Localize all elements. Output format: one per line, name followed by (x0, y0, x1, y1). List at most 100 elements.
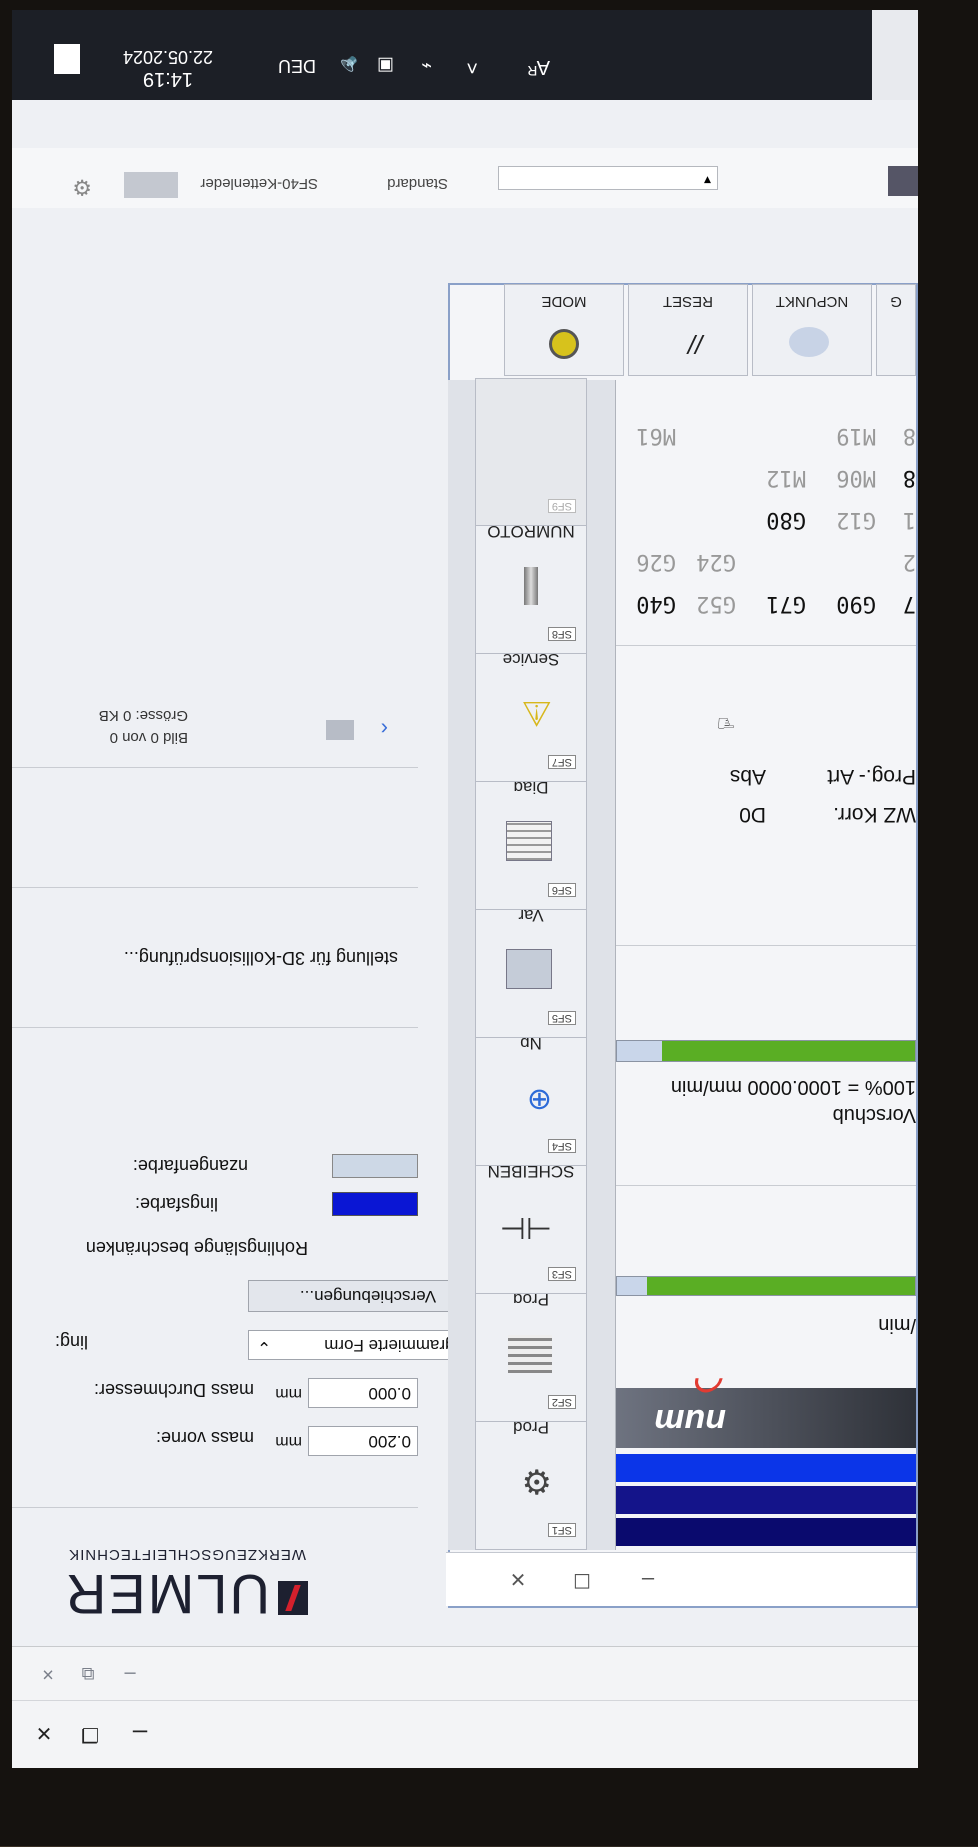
minimize-icon[interactable]: – (122, 1716, 158, 1752)
warning-icon: ⚠ (521, 694, 552, 732)
chevron-down-icon: ⌄ (257, 1338, 272, 1357)
gcode: 8 (902, 423, 916, 448)
image-counter: Bild 0 von 0 (109, 729, 188, 746)
gcode: G80 (766, 507, 806, 532)
inner-close-icon[interactable]: × (30, 1656, 66, 1692)
clock-time: 14:19 (142, 68, 194, 90)
speed-unit: /min (878, 1314, 916, 1336)
ulmer-logo: ULMER WERKZEUGSCHLEIFTECHNIK (18, 1533, 308, 1633)
feed-value: 100% = 1000.0000 mm/min (670, 1076, 916, 1098)
gcode: 8 (902, 465, 916, 490)
drill-icon (524, 567, 538, 605)
topkey-reset[interactable]: // RESET (628, 284, 748, 376)
window-icon[interactable] (888, 166, 918, 196)
chevron-left-icon[interactable]: ‹ (381, 716, 388, 742)
table-icon (506, 949, 552, 989)
ulmer-statusbar: ▾ Standard SF40-Kettenleder ⚙ (12, 148, 918, 208)
unit-mm-2: mm (275, 1385, 302, 1402)
reset-icon: // (688, 329, 703, 359)
volume-icon[interactable]: 🔈 (336, 55, 358, 76)
restore-icon[interactable]: ❐ (72, 1716, 108, 1752)
softkey-empty[interactable]: SF9 (475, 378, 587, 526)
softkey-np[interactable]: SF4 ⊕ Np (475, 1018, 587, 1166)
taskbar-app-edge (872, 10, 918, 100)
cursor-hand-icon: ☜ (716, 711, 736, 736)
ulmer-logo-mark (278, 1581, 308, 1615)
image-icon[interactable] (326, 720, 354, 740)
blank-settings-panel: mass vorne: 0.200 mm mass Durchmesser: 0… (28, 1154, 488, 1488)
gcode: 7 (902, 591, 916, 616)
mode-icon (549, 329, 579, 359)
gcode: G24 (696, 549, 736, 574)
num-close-icon[interactable]: × (500, 1562, 536, 1598)
network-icon[interactable]: ⌁ (421, 55, 432, 76)
field-label-front: mass vorne: (155, 1428, 254, 1448)
gcode: G12 (836, 507, 876, 532)
ai-icon[interactable]: Aᴿ (528, 55, 550, 78)
blank-color-swatch[interactable] (332, 1192, 418, 1216)
topkey-ncpunkt[interactable]: NCPUNKT (752, 284, 872, 376)
topkey-G[interactable]: G (876, 284, 916, 376)
list-icon (508, 1335, 552, 1373)
gcode: G71 (766, 591, 806, 616)
language-indicator[interactable]: DEU (278, 55, 316, 76)
close-icon[interactable]: × (26, 1716, 62, 1752)
screen: – ❐ × – ⧉ × ULMER WERKZEUGSCHLEIFTECHNIK… (12, 10, 918, 1768)
settings-gear-icon[interactable]: ⚙ (72, 174, 92, 200)
gcode: M06 (836, 465, 876, 490)
num-maximize-icon[interactable]: ☐ (564, 1562, 600, 1598)
ulmer-inner-titlebar: – ⧉ × (12, 1646, 918, 1700)
limit-length-checkbox[interactable]: Rohlingslänge beschränken (86, 1237, 308, 1258)
ulmer-titlebar: – ❐ × (12, 1700, 918, 1768)
inner-minimize-icon[interactable]: – (112, 1656, 148, 1692)
unit-mm-1: mm (275, 1433, 302, 1450)
speed-bar-fill (646, 1277, 915, 1295)
collet-color-label: nzangenfarbe: (132, 1156, 248, 1176)
softkey-prod[interactable]: SF1 ⚙ Prod (475, 1402, 587, 1550)
clock[interactable]: 14:19 22.05.2024 (108, 46, 228, 90)
dropdown-field[interactable]: ▾ (498, 166, 718, 190)
front-allowance-input[interactable]: 0.200 (308, 1426, 418, 1456)
korr-value: D0 (739, 803, 766, 826)
style-value[interactable]: Standard (387, 175, 448, 192)
gcode: M61 (636, 423, 676, 448)
softkey-var[interactable]: SF5 Var (475, 890, 587, 1038)
toolbar-thumb[interactable] (124, 172, 178, 198)
gcode-panel: 7 G90 G71 G52 G40 2 G24 G26 1 G12 G80 8 … (616, 366, 916, 616)
diameter-allowance-input[interactable]: 0.000 (308, 1378, 418, 1408)
notification-icon[interactable] (54, 44, 80, 74)
chevron-up-icon[interactable]: ˄ (466, 55, 478, 78)
speed-bar (616, 1276, 916, 1296)
gcode: M12 (766, 465, 806, 490)
taskbar: Aᴿ ˄ ⌁ ▣ 🔈 DEU 14:19 22.05.2024 (12, 10, 918, 100)
collet-color-swatch[interactable] (332, 1154, 418, 1178)
softkey-diag[interactable]: SF6 Diag (475, 762, 587, 910)
status-bar-1 (616, 1518, 916, 1546)
clock-date: 22.05.2024 (122, 47, 214, 67)
form-label: ling: (54, 1332, 88, 1352)
display-icon[interactable]: ▣ (377, 55, 394, 76)
num-window: – ☐ × num ◠ /min Vorschub 100% = 1000.00… (446, 283, 918, 1608)
collision-link[interactable]: stellung für 3D-Kollisionsprüfung... (124, 947, 398, 968)
softkey-prog[interactable]: SF2 Prog (475, 1274, 587, 1422)
feed-bar (616, 1040, 916, 1062)
softkey-service[interactable]: SF7 ⚠ Service (475, 634, 587, 782)
korr-label: WZ Korr. (833, 803, 916, 826)
num-logo: num ◠ (654, 1362, 726, 1440)
gcode: G26 (636, 549, 676, 574)
document-icon (506, 821, 552, 861)
feed-bar-fill (661, 1041, 915, 1061)
num-minimize-icon[interactable]: – (630, 1562, 666, 1598)
field-label-diameter: mass Durchmesser: (93, 1380, 254, 1400)
softkey-scheiben[interactable]: SF3 ⊣⊢ SCHEIBEN (475, 1146, 587, 1294)
feed-label: Vorschub (832, 1104, 916, 1126)
inner-restore-icon[interactable]: ⧉ (70, 1656, 106, 1692)
brand-tagline: WERKZEUGSCHLEIFTECHNIK (68, 1546, 306, 1563)
gcode: 2 (902, 549, 916, 574)
topkey-mode[interactable]: MODE (504, 284, 624, 376)
caret-down-icon: ▾ (703, 173, 711, 189)
gears-icon: ⚙ (521, 1462, 552, 1500)
softkey-numroto[interactable]: SF8 NUMROTO (475, 506, 587, 654)
gcode: G90 (836, 591, 876, 616)
blank-color-label: lingsfarbe: (134, 1194, 218, 1214)
